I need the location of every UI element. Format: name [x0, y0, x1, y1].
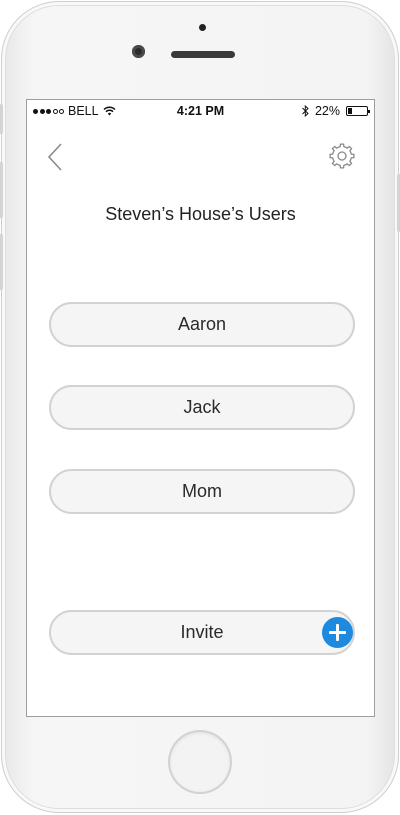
volume-down-button: [0, 234, 3, 290]
invite-button[interactable]: Invite: [49, 610, 355, 655]
status-bar: BELL 4:21 PM 22%: [27, 100, 374, 122]
home-button[interactable]: [170, 732, 230, 792]
user-button-mom[interactable]: Mom: [49, 469, 355, 514]
volume-up-button: [0, 162, 3, 218]
battery-percent: 22%: [314, 104, 340, 118]
battery-nub: [368, 110, 370, 113]
user-button-aaron[interactable]: Aaron: [49, 302, 355, 347]
settings-button[interactable]: [328, 142, 356, 170]
back-button[interactable]: [45, 143, 67, 171]
page-title: Steven’s House’s Users: [105, 204, 296, 224]
earpiece-speaker: [171, 51, 235, 58]
gear-icon: [329, 143, 355, 169]
battery-icon: [346, 106, 370, 116]
phone-screen: BELL 4:21 PM 22% Steven’s House’s Users …: [26, 99, 375, 717]
proximity-sensor: [199, 24, 206, 31]
status-bar-right: 22%: [302, 104, 370, 118]
user-name: Mom: [182, 481, 222, 501]
chevron-left-icon: [47, 143, 62, 171]
mute-switch: [0, 104, 3, 134]
user-name: Jack: [183, 397, 221, 417]
battery-fill: [348, 108, 352, 114]
invite-label: Invite: [180, 622, 224, 642]
user-button-jack[interactable]: Jack: [49, 385, 355, 430]
bluetooth-icon: [302, 105, 309, 117]
front-camera: [132, 45, 145, 58]
user-name: Aaron: [177, 314, 227, 334]
plus-circle-icon[interactable]: [322, 617, 353, 648]
